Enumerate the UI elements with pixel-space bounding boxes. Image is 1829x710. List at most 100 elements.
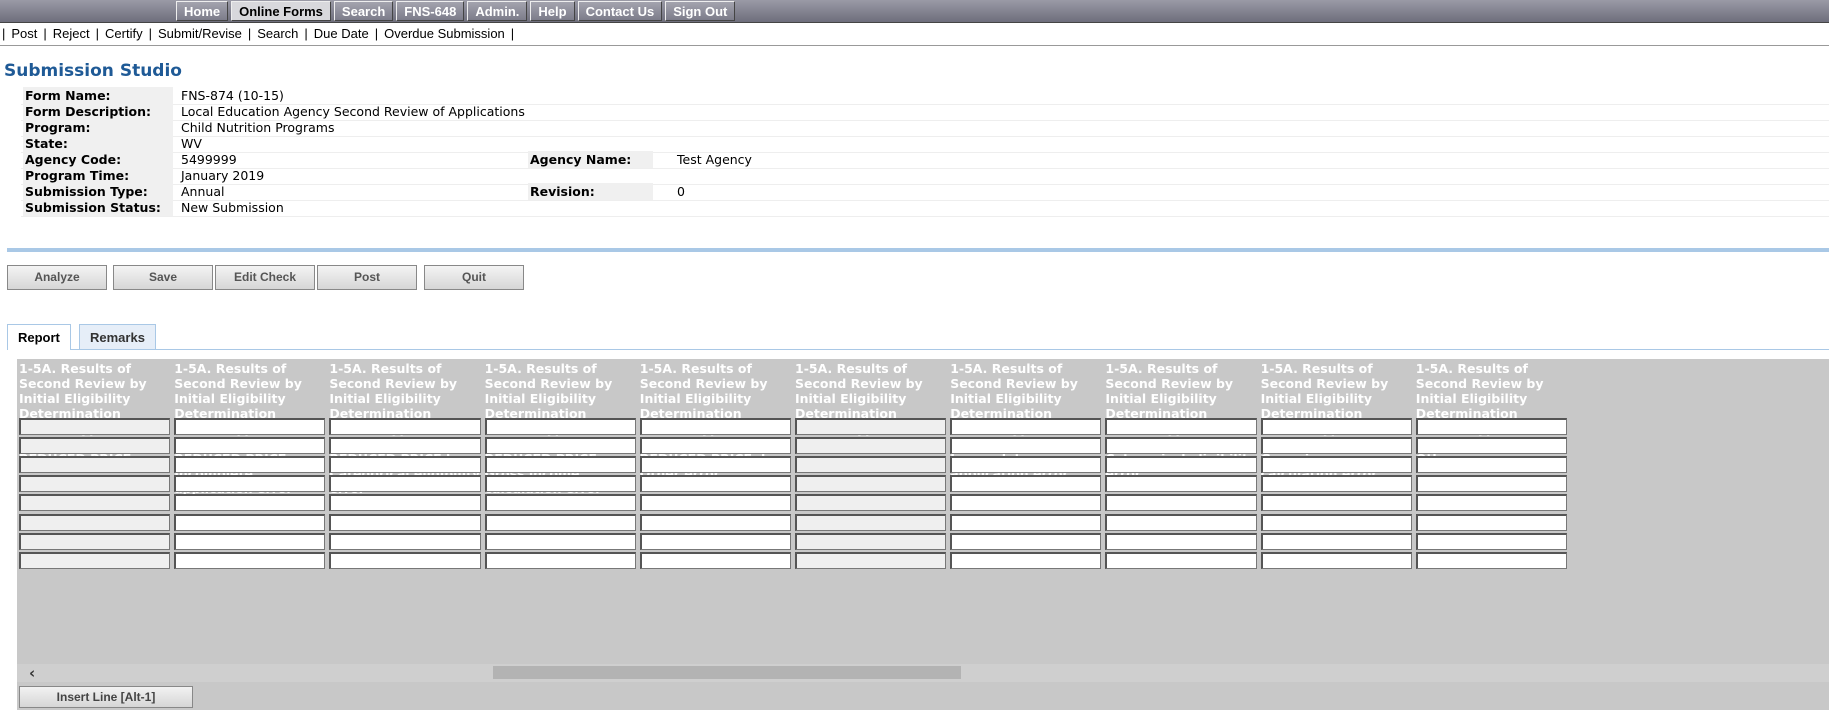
nav-search[interactable]: Search: [333, 1, 394, 21]
grid-cell-input[interactable]: [1105, 532, 1257, 550]
program-time-value: January 2019: [181, 168, 265, 183]
nav-fns-648[interactable]: FNS-648: [396, 1, 465, 21]
grid-cell-input[interactable]: [1260, 532, 1412, 550]
revision-value: 0: [677, 184, 685, 199]
grid-cell-input[interactable]: [329, 513, 481, 531]
grid-cell-input[interactable]: [639, 494, 791, 512]
grid-cell-input[interactable]: [174, 551, 326, 569]
menu-overdue-submission[interactable]: Overdue Submission: [384, 26, 505, 41]
grid-cell-input[interactable]: [329, 532, 481, 550]
edit-check-button[interactable]: Edit Check: [215, 265, 315, 290]
grid-cell-input[interactable]: [1105, 513, 1257, 531]
post-button[interactable]: Post: [317, 265, 417, 290]
grid-cell-input[interactable]: [174, 532, 326, 550]
grid-cell-input[interactable]: [639, 532, 791, 550]
grid-cell-input[interactable]: [329, 475, 481, 493]
chevron-left-icon[interactable]: ‹: [29, 664, 35, 682]
grid-cell-input[interactable]: [1105, 437, 1257, 455]
grid-cell-input[interactable]: [1415, 532, 1567, 550]
grid-cell-input[interactable]: [174, 475, 326, 493]
grid-cell-input[interactable]: [1260, 494, 1412, 512]
grid-cell-input[interactable]: [329, 418, 481, 435]
grid-cell-input[interactable]: [950, 475, 1102, 493]
action-menu: | Post | Reject | Certify | Submit/Revise | Searc…: [0, 23, 1829, 46]
grid-cell-input[interactable]: [639, 456, 791, 474]
grid-cell-input[interactable]: [1260, 437, 1412, 455]
grid-cell-input[interactable]: [174, 437, 326, 455]
grid-cell-input[interactable]: [1105, 418, 1257, 435]
tab-report[interactable]: Report: [7, 324, 71, 350]
nav-sign-out[interactable]: Sign Out: [665, 1, 736, 21]
grid-cell-input[interactable]: [1105, 475, 1257, 493]
grid-cell-input: [19, 456, 171, 474]
grid-cell-input[interactable]: [1415, 437, 1567, 455]
grid-cell-input[interactable]: [174, 418, 326, 435]
grid-cell-input: [795, 418, 947, 435]
nav-admin[interactable]: Admin.: [467, 1, 528, 21]
grid-cell-input[interactable]: [329, 437, 481, 455]
grid-cell-input[interactable]: [484, 551, 636, 569]
menu-submit-revise[interactable]: Submit/Revise: [158, 26, 242, 41]
grid-cell-input[interactable]: [1260, 513, 1412, 531]
grid-cell-input[interactable]: [484, 456, 636, 474]
nav-online-forms[interactable]: Online Forms: [231, 1, 331, 21]
menu-certify[interactable]: Certify: [105, 26, 143, 41]
grid-cell-input[interactable]: [950, 494, 1102, 512]
analyze-button[interactable]: Analyze: [7, 265, 107, 290]
grid-cell-input[interactable]: [484, 494, 636, 512]
menu-search[interactable]: Search: [257, 26, 298, 41]
grid-cell-input[interactable]: [950, 437, 1102, 455]
menu-reject[interactable]: Reject: [53, 26, 90, 41]
grid-cell-input[interactable]: [174, 494, 326, 512]
grid-cell-input[interactable]: [950, 513, 1102, 531]
grid-cell-input[interactable]: [1415, 513, 1567, 531]
grid-cell-input[interactable]: [1415, 494, 1567, 512]
grid-cell-input[interactable]: [1260, 551, 1412, 569]
save-button[interactable]: Save: [113, 265, 213, 290]
insert-line-button[interactable]: Insert Line [Alt-1]: [19, 686, 193, 708]
grid-cell-input[interactable]: [484, 475, 636, 493]
state-label: State:: [23, 135, 173, 152]
menu-due-date[interactable]: Due Date: [314, 26, 369, 41]
menu-post[interactable]: Post: [11, 26, 37, 41]
grid-cell-input[interactable]: [484, 532, 636, 550]
grid-cell-input[interactable]: [1415, 551, 1567, 569]
grid-cell-input[interactable]: [639, 475, 791, 493]
grid-cell-input[interactable]: [329, 456, 481, 474]
grid-cell-input[interactable]: [639, 513, 791, 531]
grid-cell-input[interactable]: [639, 551, 791, 569]
grid-cell-input[interactable]: [1415, 418, 1567, 435]
grid-cell-input[interactable]: [950, 551, 1102, 569]
grid-cell-input[interactable]: [329, 494, 481, 512]
quit-button[interactable]: Quit: [424, 265, 524, 290]
grid-cell-input[interactable]: [1415, 456, 1567, 474]
grid-cell-input[interactable]: [484, 418, 636, 435]
grid-cell-input[interactable]: [329, 551, 481, 569]
grid-cell-input[interactable]: [484, 513, 636, 531]
form-name-value: FNS-874 (10-15): [181, 88, 284, 103]
menu-separator: |: [148, 26, 152, 41]
nav-help[interactable]: Help: [530, 1, 575, 21]
grid-cell-input[interactable]: [174, 513, 326, 531]
grid-cell-input[interactable]: [639, 418, 791, 435]
grid-cell-input[interactable]: [484, 437, 636, 455]
grid-cell-input[interactable]: [950, 456, 1102, 474]
grid-cell-input: [795, 475, 947, 493]
grid-cell-input[interactable]: [1260, 456, 1412, 474]
grid-cell-input[interactable]: [1260, 418, 1412, 435]
grid-cell-input[interactable]: [639, 437, 791, 455]
grid-cell-input[interactable]: [950, 532, 1102, 550]
grid-cell-input[interactable]: [174, 456, 326, 474]
tab-remarks[interactable]: Remarks: [79, 324, 156, 349]
grid-cell-input[interactable]: [1105, 494, 1257, 512]
nav-home[interactable]: Home: [176, 1, 229, 21]
grid-cell-input[interactable]: [950, 418, 1102, 435]
grid-cell-input[interactable]: [1105, 456, 1257, 474]
nav-contact-us[interactable]: Contact Us: [577, 1, 663, 21]
grid-cell-input[interactable]: [1105, 551, 1257, 569]
scrollbar-thumb[interactable]: [493, 666, 961, 679]
grid-cell-input[interactable]: [1415, 475, 1567, 493]
menu-separator: |: [374, 26, 379, 41]
grid-cell-input[interactable]: [1260, 475, 1412, 493]
horizontal-scrollbar[interactable]: ‹: [17, 664, 1829, 682]
